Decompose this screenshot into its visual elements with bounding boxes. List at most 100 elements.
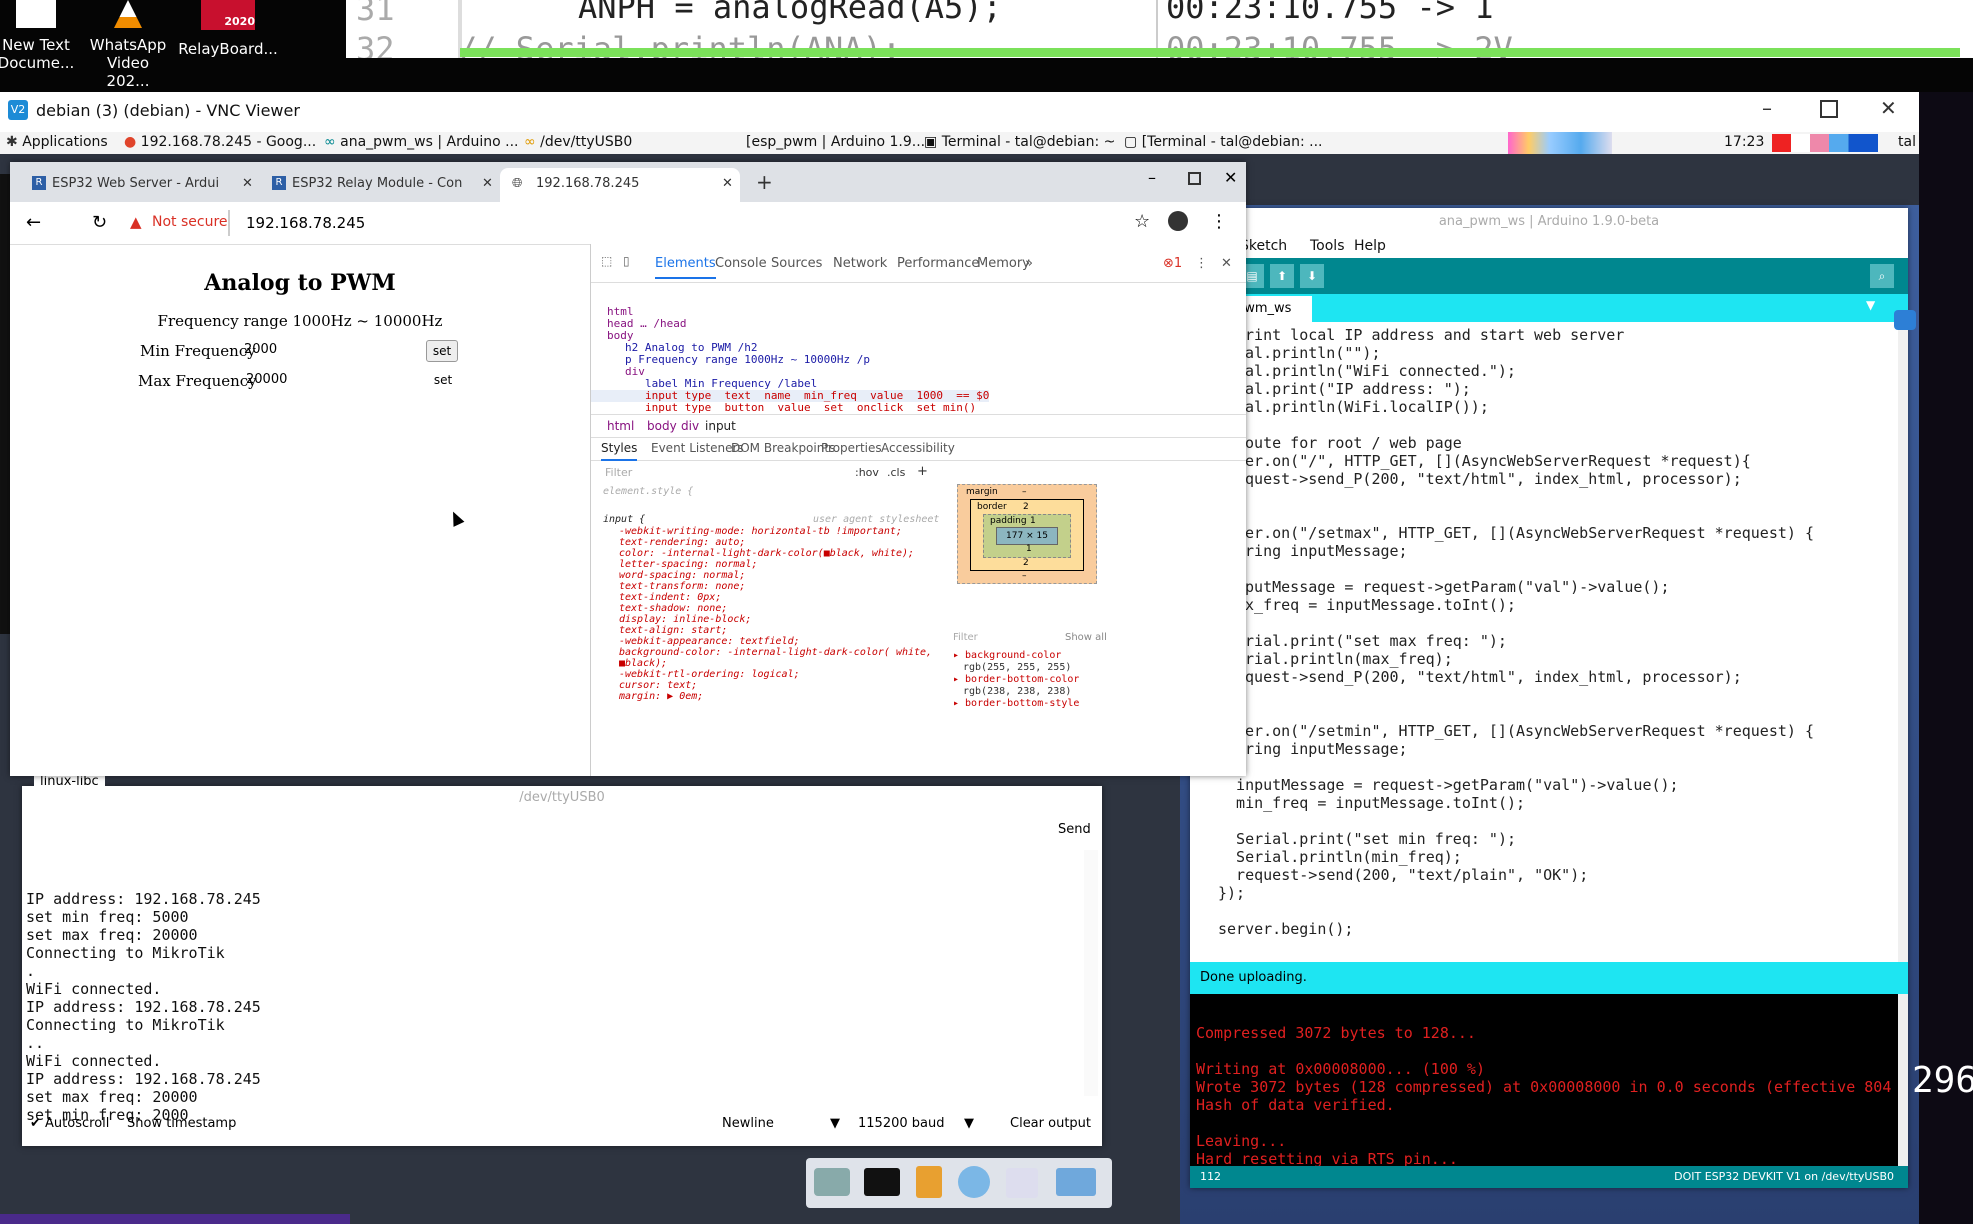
profile-avatar-icon[interactable] [1168, 211, 1188, 231]
error-count[interactable]: ⊗1 [1163, 256, 1182, 271]
minimize-button[interactable]: – [1148, 168, 1156, 187]
breadcrumb-item[interactable]: input [705, 419, 736, 433]
computed-property[interactable]: ▸ border-bottom-style [953, 698, 1079, 710]
new-tab-button[interactable]: + [756, 170, 773, 194]
device-toolbar-icon[interactable]: ▯ [623, 254, 630, 268]
tab-properties[interactable]: Properties [821, 441, 882, 455]
terminal-icon[interactable] [864, 1168, 900, 1196]
line-ending-select[interactable]: Newline ▼ [722, 1116, 840, 1131]
style-declaration[interactable]: -webkit-appearance: textfield; [619, 636, 932, 647]
style-declaration[interactable]: ■black); [619, 658, 932, 669]
style-declaration[interactable]: -webkit-writing-mode: horizontal-tb !imp… [619, 526, 932, 537]
maximize-button[interactable] [1820, 100, 1838, 118]
applications-menu[interactable]: ✱ Applications [6, 134, 108, 150]
styles-filter-input[interactable]: Filter [605, 466, 632, 479]
close-button[interactable]: ✕ [1224, 168, 1237, 187]
computed-filter-input[interactable]: Filter [953, 632, 978, 643]
tab-dom-breakpoints[interactable]: DOM Breakpoints [731, 441, 835, 455]
maximize-button[interactable] [1188, 172, 1201, 185]
minimize-button[interactable]: – [1762, 96, 1772, 120]
reload-icon[interactable]: ↻ [92, 212, 107, 233]
taskbar-item-serial[interactable]: ∞ /dev/ttyUSB0 [524, 134, 632, 150]
tab-elements[interactable]: Elements [655, 256, 716, 279]
file-manager-icon[interactable] [916, 1166, 942, 1198]
serial-send-input[interactable] [34, 814, 1054, 836]
devtools-close-icon[interactable]: ✕ [1221, 256, 1232, 271]
dom-node[interactable]: head … /head [591, 318, 989, 330]
tab-close-icon[interactable]: ✕ [242, 176, 253, 191]
tab-sources[interactable]: Sources [771, 256, 822, 271]
breadcrumb-item[interactable]: html [607, 419, 634, 433]
tab-memory[interactable]: Memory [977, 256, 1030, 271]
style-declaration[interactable]: word-spacing: normal; [619, 570, 932, 581]
style-declaration[interactable]: letter-spacing: normal; [619, 559, 932, 570]
show-all-toggle[interactable]: Show all [1065, 632, 1107, 643]
style-declaration[interactable]: cursor: text; [619, 680, 932, 691]
style-declaration[interactable]: text-align: start; [619, 625, 932, 636]
breadcrumb-item[interactable]: div [681, 419, 699, 433]
set-max-button[interactable]: set [428, 370, 458, 390]
menu-help[interactable]: Help [1354, 238, 1386, 254]
workspace-switcher[interactable] [1508, 132, 1612, 154]
breadcrumb-item[interactable]: body [647, 419, 677, 433]
dom-node[interactable]: p Frequency range 1000Hz ~ 10000Hz /p [591, 354, 989, 366]
more-tabs-icon[interactable]: » [1025, 256, 1033, 271]
bookmark-star-icon[interactable]: ☆ [1134, 211, 1150, 232]
code-editor[interactable]: Print local IP address and start web ser… [1190, 322, 1890, 962]
send-button[interactable]: Send [1058, 822, 1091, 837]
taskbar-item-chrome[interactable]: ● 192.168.78.245 - Goog... [124, 134, 316, 150]
tab-close-icon[interactable]: ✕ [722, 176, 733, 191]
max-frequency-input[interactable]: 20000 [242, 370, 422, 388]
set-min-button[interactable]: set [426, 340, 458, 362]
computed-property[interactable]: ▸ border-bottom-color [953, 674, 1079, 686]
tab-active[interactable]: 🌐︎ 192.168.78.245 ✕ [500, 168, 740, 202]
clear-output-button[interactable]: Clear output [1010, 1116, 1091, 1131]
computed-property[interactable]: ▸ background-color [953, 650, 1079, 662]
close-button[interactable]: ✕ [1880, 96, 1897, 120]
serial-scrollbar[interactable] [1084, 850, 1098, 1096]
computed-styles[interactable]: ▸ background-color rgb(255, 255, 255) ▸ bo… [953, 650, 1079, 710]
search-icon[interactable] [1006, 1168, 1038, 1198]
side-app-icon[interactable] [1894, 310, 1916, 330]
style-declaration[interactable]: text-rendering: auto; [619, 537, 932, 548]
style-declaration[interactable]: display: inline-block; [619, 614, 932, 625]
tab-console[interactable]: Console [715, 256, 767, 271]
tab-event-listeners[interactable]: Event Listeners [651, 441, 744, 455]
style-declaration[interactable]: text-shadow: none; [619, 603, 932, 614]
dom-node[interactable]: input type button value set onclick set … [591, 402, 989, 414]
show-desktop-icon[interactable] [814, 1168, 850, 1196]
browser-icon[interactable] [958, 1166, 990, 1198]
tab-esp32-web-server[interactable]: R ESP32 Web Server - Ardui ✕ [20, 168, 258, 202]
hov-toggle[interactable]: :hov [855, 466, 879, 479]
security-label[interactable]: Not secure [152, 214, 228, 230]
style-declaration[interactable]: text-indent: 0px; [619, 592, 932, 603]
style-declaration[interactable]: text-transform: none; [619, 581, 932, 592]
devtools-menu-icon[interactable]: ⋮ [1195, 256, 1208, 271]
folder-icon[interactable] [1056, 1168, 1096, 1196]
tab-esp32-relay[interactable]: R ESP32 Relay Module - Con ✕ [260, 168, 500, 202]
menu-sketch[interactable]: Sketch [1240, 238, 1287, 254]
taskbar-item-esp-pwm[interactable]: [esp_pwm | Arduino 1.9... [746, 134, 925, 150]
menu-kebab-icon[interactable]: ⋮ [1210, 211, 1228, 232]
save-icon[interactable]: ⬇ [1300, 264, 1324, 288]
style-declarations[interactable]: -webkit-writing-mode: horizontal-tb !imp… [619, 526, 932, 702]
taskbar-item-terminal[interactable]: ▣ Terminal - tal@debian: ~ [924, 134, 1115, 150]
console-scrollbar[interactable] [1898, 994, 1908, 1166]
menu-tools[interactable]: Tools [1310, 238, 1345, 254]
autoscroll-checkbox[interactable]: ✔ Autoscroll [30, 1116, 109, 1131]
show-timestamp-checkbox[interactable]: Show timestamp [127, 1116, 236, 1131]
add-rule-icon[interactable]: + [917, 464, 928, 479]
tab-accessibility[interactable]: Accessibility [881, 441, 955, 455]
dom-tree[interactable]: html head … /head body h2 Analog to PWM /h2… [591, 306, 990, 414]
min-frequency-input[interactable]: 2000 [240, 340, 420, 358]
tab-network[interactable]: Network [833, 256, 887, 271]
desktop-icon-relayboard[interactable]: 2020 RelayBoard... [178, 0, 278, 58]
user-menu[interactable]: tal [1898, 134, 1916, 150]
baud-select[interactable]: 115200 baud ▼ [858, 1116, 974, 1131]
tab-menu-icon[interactable]: ▼ [1866, 298, 1875, 312]
url-field[interactable]: 192.168.78.245 [246, 214, 365, 232]
style-declaration[interactable]: margin: ▶ 0em; [619, 691, 932, 702]
editor-scrollbar[interactable] [1898, 322, 1908, 962]
desktop-icon-new-text-document[interactable]: New Text Docume... [0, 0, 76, 72]
cls-toggle[interactable]: .cls [887, 466, 905, 479]
